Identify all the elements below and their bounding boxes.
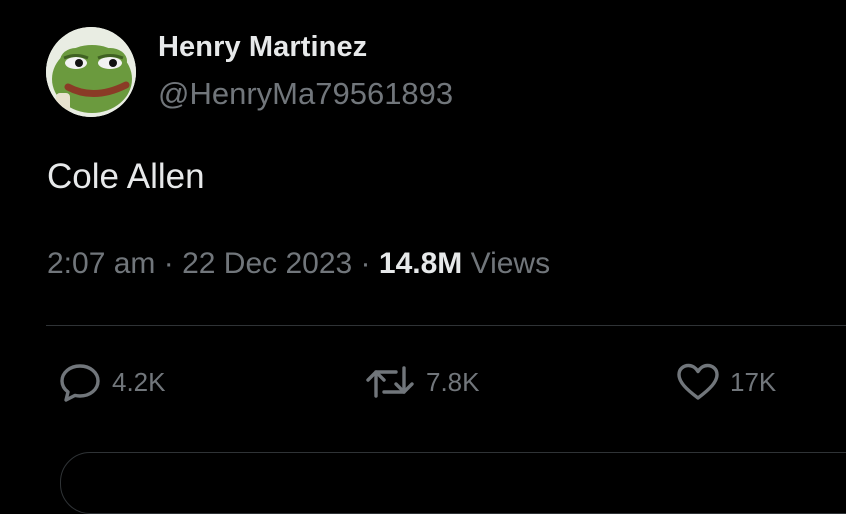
author-avatar[interactable] (46, 27, 136, 117)
frog-avatar-icon (46, 27, 136, 117)
views-count[interactable]: 14.8M (379, 247, 462, 280)
reply-count: 4.2K (112, 366, 166, 397)
heart-icon (677, 363, 719, 400)
tweet-text: Cole Allen (47, 157, 205, 196)
repost-icon (366, 366, 414, 398)
divider (46, 325, 846, 326)
views-label: Views (462, 247, 551, 280)
tweet-meta: 2:07 am · 22 Dec 2023 · 14.8M Views (47, 247, 550, 281)
repost-button[interactable]: 7.8K (364, 362, 480, 402)
like-count: 17K (730, 366, 777, 397)
meta-separator: · (155, 247, 183, 280)
reply-button[interactable]: 4.2K (58, 362, 166, 402)
tweet-time[interactable]: 2:07 am (47, 247, 155, 280)
tweet-date[interactable]: 22 Dec 2023 (182, 247, 352, 280)
reply-icon (60, 364, 100, 402)
meta-separator: · (352, 247, 379, 280)
author-handle[interactable]: @HenryMa79561893 (158, 76, 453, 112)
author-display-name[interactable]: Henry Martinez (158, 31, 367, 64)
reply-input[interactable] (60, 452, 846, 514)
repost-count: 7.8K (426, 366, 480, 397)
like-button[interactable]: 17K (676, 362, 776, 402)
